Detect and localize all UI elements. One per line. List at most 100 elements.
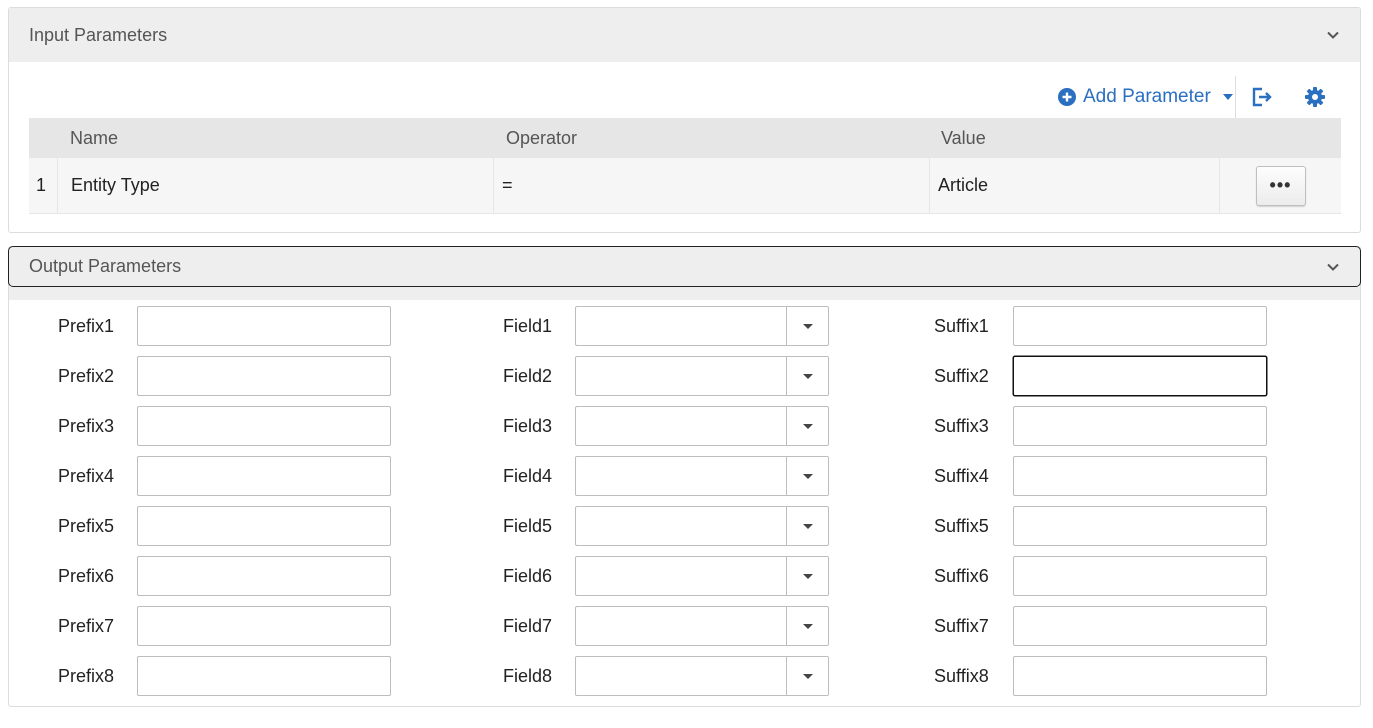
- prefix-input[interactable]: [137, 406, 391, 446]
- field-select[interactable]: [575, 406, 829, 446]
- input-parameters-table: Name Operator Value 1 Entity Type = Arti…: [29, 118, 1341, 214]
- suffix-input[interactable]: [1013, 506, 1267, 546]
- caret-down-icon: [802, 523, 813, 529]
- prefix-input[interactable]: [137, 656, 391, 696]
- chevron-down-icon[interactable]: [1326, 260, 1340, 274]
- field-select[interactable]: [575, 656, 829, 696]
- field-label: Field6: [503, 566, 553, 586]
- field-select-toggle[interactable]: [786, 407, 828, 445]
- suffix-input[interactable]: [1013, 356, 1267, 396]
- row-actions-button[interactable]: •••: [1255, 165, 1306, 206]
- suffix-label: Suffix3: [934, 416, 989, 436]
- caret-down-icon: [802, 623, 813, 629]
- field-label: Field7: [503, 616, 553, 636]
- table-header: Name Operator Value: [29, 118, 1341, 158]
- prefix-label: Prefix6: [58, 566, 115, 586]
- prefix-label: Prefix5: [58, 516, 115, 536]
- field-select[interactable]: [575, 356, 829, 396]
- prefix-label: Prefix2: [58, 366, 115, 386]
- field-select[interactable]: [575, 506, 829, 546]
- prefix-input[interactable]: [137, 606, 391, 646]
- field-select-toggle[interactable]: [786, 507, 828, 545]
- input-parameters-panel: Input Parameters Add Parameter Name Oper…: [8, 7, 1361, 233]
- field-select[interactable]: [575, 556, 829, 596]
- row-value-cell: Article: [929, 157, 1219, 214]
- output-parameters-title: Output Parameters: [29, 256, 182, 276]
- output-header-strip: [9, 287, 1360, 300]
- plus-circle-icon: [1058, 88, 1076, 106]
- prefix-input[interactable]: [137, 356, 391, 396]
- add-parameter-button[interactable]: Add Parameter: [1058, 74, 1233, 120]
- suffix-input[interactable]: [1013, 406, 1267, 446]
- suffix-label: Suffix1: [934, 316, 989, 336]
- caret-down-icon: [802, 323, 813, 329]
- suffix-label: Suffix4: [934, 466, 989, 486]
- field-label: Field2: [503, 366, 553, 386]
- field-select-toggle[interactable]: [786, 307, 828, 345]
- suffix-label: Suffix5: [934, 516, 989, 536]
- prefix-label: Prefix8: [58, 666, 115, 686]
- output-form-row: Prefix7 Field7 Suffix7: [9, 606, 1360, 646]
- caret-down-icon: [1222, 94, 1233, 100]
- field-select[interactable]: [575, 606, 829, 646]
- field-select-toggle[interactable]: [786, 357, 828, 395]
- caret-down-icon: [802, 473, 813, 479]
- prefix-label: Prefix1: [58, 316, 115, 336]
- caret-down-icon: [802, 673, 813, 679]
- prefix-input[interactable]: [137, 456, 391, 496]
- suffix-label: Suffix2: [934, 366, 989, 386]
- field-label: Field3: [503, 416, 553, 436]
- operator-column-header[interactable]: Operator: [493, 128, 929, 149]
- field-select-toggle[interactable]: [786, 657, 828, 695]
- field-select[interactable]: [575, 306, 829, 346]
- prefix-label: Prefix4: [58, 466, 115, 486]
- prefix-label: Prefix3: [58, 416, 115, 436]
- name-column-header[interactable]: Name: [57, 128, 493, 149]
- row-name-cell: Entity Type: [57, 157, 493, 214]
- output-form-row: Prefix5 Field5 Suffix5: [9, 506, 1360, 546]
- table-row[interactable]: 1 Entity Type = Article •••: [29, 157, 1341, 214]
- suffix-label: Suffix7: [934, 616, 989, 636]
- output-form-row: Prefix1 Field1 Suffix1: [9, 306, 1360, 346]
- suffix-input[interactable]: [1013, 556, 1267, 596]
- suffix-input[interactable]: [1013, 656, 1267, 696]
- field-select-toggle[interactable]: [786, 607, 828, 645]
- prefix-label: Prefix7: [58, 616, 115, 636]
- gear-icon[interactable]: [1303, 85, 1327, 109]
- chevron-down-icon[interactable]: [1326, 28, 1340, 42]
- suffix-input[interactable]: [1013, 606, 1267, 646]
- output-form-row: Prefix3 Field3 Suffix3: [9, 406, 1360, 446]
- add-parameter-label: Add Parameter: [1083, 86, 1211, 107]
- suffix-label: Suffix6: [934, 566, 989, 586]
- field-label: Field5: [503, 516, 553, 536]
- field-label: Field4: [503, 466, 553, 486]
- output-form-row: Prefix8 Field8 Suffix8: [9, 656, 1360, 696]
- field-label: Field8: [503, 666, 553, 686]
- output-parameters-panel: Output Parameters Prefix1 Field1 Suffix1 Pr…: [8, 246, 1361, 707]
- prefix-input[interactable]: [137, 306, 391, 346]
- caret-down-icon: [802, 373, 813, 379]
- suffix-input[interactable]: [1013, 456, 1267, 496]
- field-select-toggle[interactable]: [786, 457, 828, 495]
- row-actions-cell: •••: [1219, 157, 1341, 214]
- toolbar-divider: [1235, 76, 1236, 118]
- suffix-input[interactable]: [1013, 306, 1267, 346]
- suffix-label: Suffix8: [934, 666, 989, 686]
- field-label: Field1: [503, 316, 553, 336]
- row-index: 1: [36, 175, 47, 195]
- input-parameters-title: Input Parameters: [29, 24, 168, 45]
- value-column-header[interactable]: Value: [929, 128, 1219, 149]
- input-parameters-header[interactable]: Input Parameters: [9, 8, 1360, 62]
- output-form-row: Prefix4 Field4 Suffix4: [9, 456, 1360, 496]
- caret-down-icon: [802, 423, 813, 429]
- export-icon[interactable]: [1249, 85, 1273, 109]
- row-operator-cell: =: [493, 157, 929, 214]
- output-form-row: Prefix2 Field2 Suffix2: [9, 356, 1360, 396]
- caret-down-icon: [802, 573, 813, 579]
- field-select[interactable]: [575, 456, 829, 496]
- output-form-row: Prefix6 Field6 Suffix6: [9, 556, 1360, 596]
- prefix-input[interactable]: [137, 506, 391, 546]
- output-parameters-header[interactable]: Output Parameters: [8, 246, 1361, 287]
- field-select-toggle[interactable]: [786, 557, 828, 595]
- prefix-input[interactable]: [137, 556, 391, 596]
